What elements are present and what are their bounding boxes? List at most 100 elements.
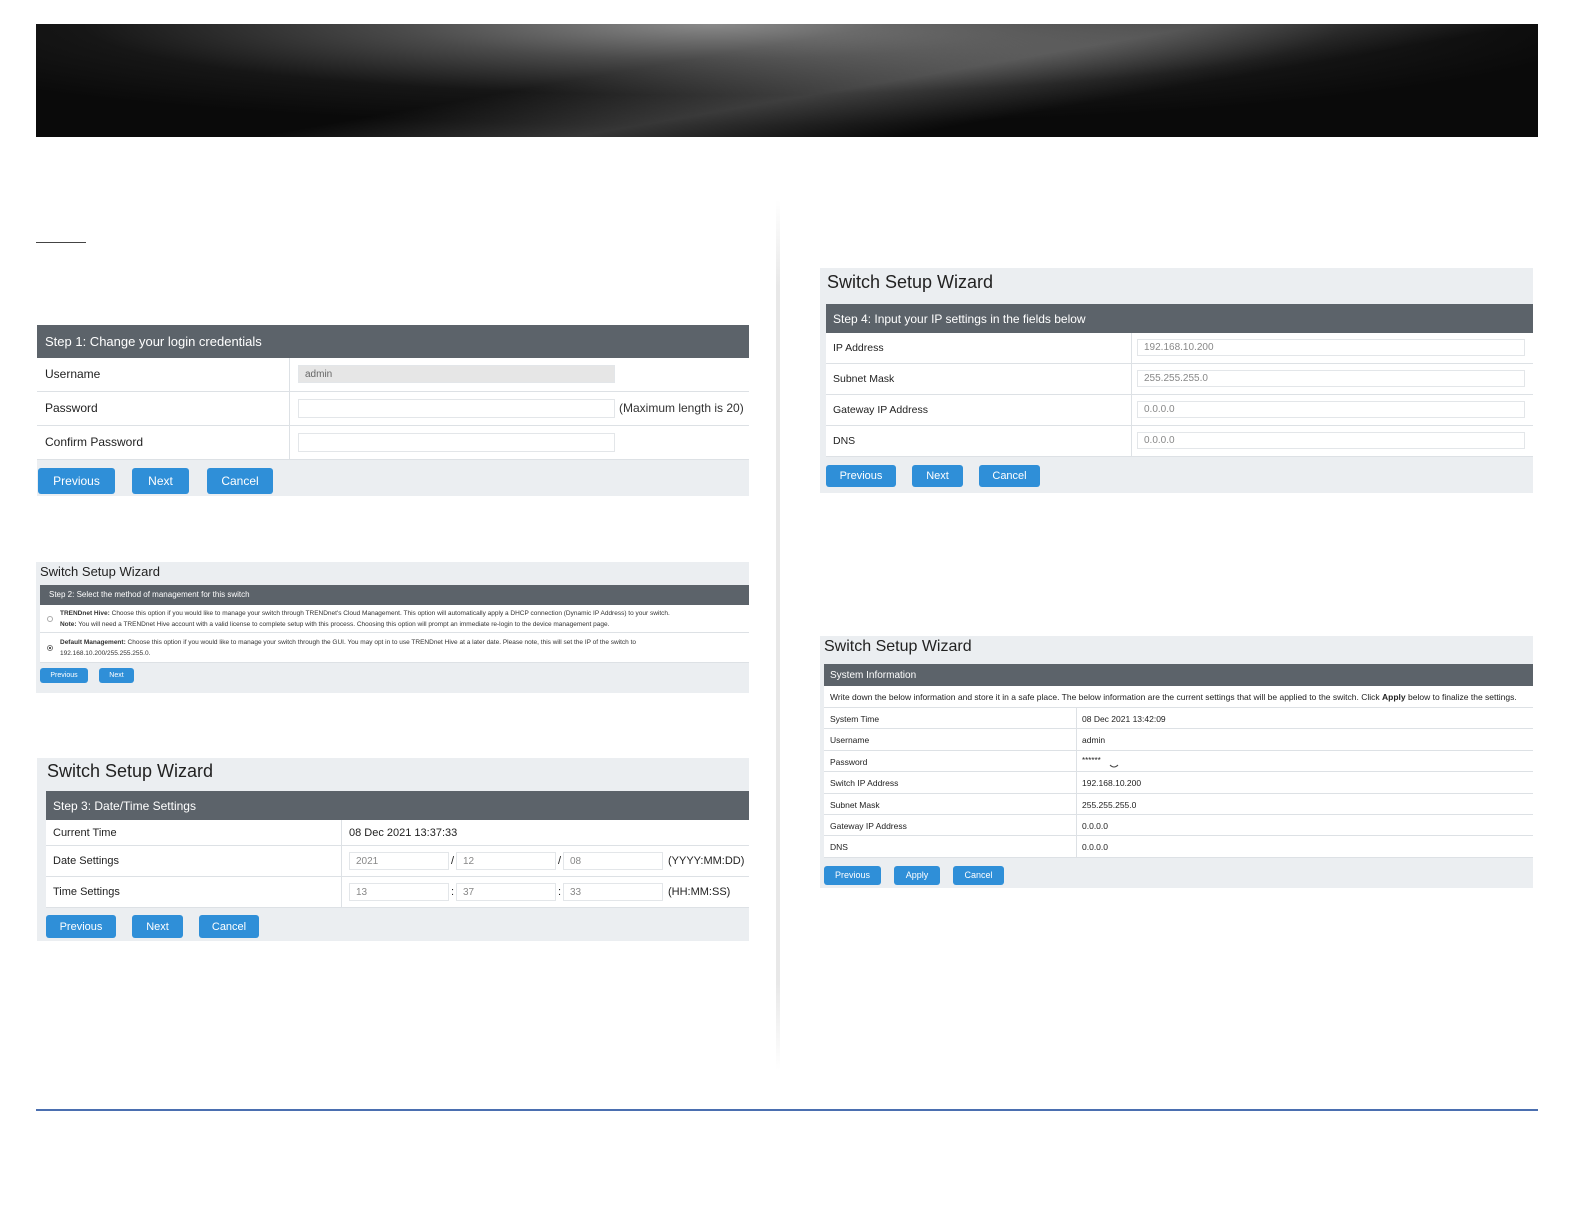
- switch-ip-label: Switch IP Address: [824, 772, 1077, 793]
- gateway-row: Gateway IP Address 0.0.0.0: [826, 395, 1533, 426]
- hive-option-name: TRENDnet Hive:: [59, 610, 110, 617]
- hive-radio[interactable]: [46, 615, 53, 622]
- step4-title: Switch Setup Wizard: [827, 272, 994, 292]
- step2-title: Switch Setup Wizard: [40, 564, 160, 579]
- step1-panel: Step 1: Change your login credentials Us…: [37, 325, 749, 496]
- dns-label: DNS: [826, 426, 1132, 456]
- step1-button-row: Previous Next Cancel: [37, 460, 749, 494]
- current-time-label: Current Time: [46, 820, 342, 845]
- step3-header: Step 3: Date/Time Settings: [46, 791, 749, 820]
- summary-password-label: Password: [824, 750, 1077, 772]
- current-time-row: Current Time 08 Dec 2021 13:37:33: [46, 820, 749, 846]
- eye-icon[interactable]: [1109, 756, 1119, 768]
- date-settings-row: Date Settings 2021 / 12 / 08 (YYYY:MM:DD…: [46, 846, 749, 877]
- system-time-value: 08 Dec 2021 13:42:09: [1082, 714, 1166, 724]
- summary-username-label: Username: [824, 729, 1077, 750]
- switch-ip-value: 192.168.10.200: [1082, 778, 1142, 789]
- ip-address-input[interactable]: 192.168.10.200: [1137, 339, 1525, 356]
- password-label: Password: [37, 392, 290, 425]
- default-option-row[interactable]: Default Management: Choose this option i…: [40, 633, 749, 663]
- summary-gateway-row: Gateway IP Address 0.0.0.0: [824, 814, 1533, 837]
- second-input[interactable]: 33: [563, 883, 663, 901]
- apply-button[interactable]: Apply: [894, 865, 940, 885]
- current-time-value: 08 Dec 2021 13:37:33: [349, 827, 458, 839]
- step4-header: Step 4: Input your IP settings in the fi…: [826, 304, 1533, 333]
- next-button[interactable]: Next: [99, 668, 134, 683]
- previous-button[interactable]: Previous: [826, 465, 896, 487]
- date-separator: /: [450, 855, 455, 867]
- summary-note: Write down the below information and sto…: [824, 686, 1533, 708]
- next-button[interactable]: Next: [912, 465, 963, 487]
- cancel-button[interactable]: Cancel: [979, 465, 1040, 487]
- confirm-password-row: Confirm Password: [37, 426, 749, 460]
- confirm-password-label: Confirm Password: [37, 426, 290, 459]
- previous-button[interactable]: Previous: [38, 468, 115, 494]
- summary-dns-row: DNS 0.0.0.0: [824, 836, 1533, 858]
- subnet-mask-input[interactable]: 255.255.255.0: [1137, 370, 1525, 387]
- password-hint: (Maximum length is 20): [619, 401, 744, 415]
- confirm-password-input[interactable]: [298, 433, 615, 452]
- summary-title: Switch Setup Wizard: [824, 638, 972, 655]
- day-input[interactable]: 08: [563, 852, 663, 870]
- summary-panel: Switch Setup Wizard System Information W…: [820, 636, 1533, 888]
- system-time-row: System Time 08 Dec 2021 13:42:09: [824, 708, 1533, 730]
- hour-input[interactable]: 13: [349, 883, 449, 901]
- month-input[interactable]: 12: [456, 852, 556, 870]
- hive-note-text: You will need a TRENDnet Hive account wi…: [78, 621, 610, 628]
- previous-button[interactable]: Previous: [46, 915, 116, 938]
- cancel-button[interactable]: Cancel: [199, 915, 259, 938]
- ip-address-row: IP Address 192.168.10.200: [826, 333, 1533, 364]
- summary-password-row: Password ******: [824, 750, 1533, 773]
- year-input[interactable]: 2021: [349, 852, 449, 870]
- step3-panel: Switch Setup Wizard Step 3: Date/Time Se…: [37, 758, 749, 941]
- system-time-label: System Time: [824, 708, 1077, 729]
- cancel-button[interactable]: Cancel: [207, 468, 273, 494]
- dns-row: DNS 0.0.0.0: [826, 426, 1533, 457]
- footer-rule: [36, 1109, 1538, 1111]
- switch-ip-row: Switch IP Address 192.168.10.200: [824, 772, 1533, 794]
- hive-option-row[interactable]: TRENDnet Hive: Choose this option if you…: [40, 605, 749, 633]
- previous-button[interactable]: Previous: [824, 865, 881, 885]
- next-button[interactable]: Next: [132, 915, 183, 938]
- subnet-mask-label: Subnet Mask: [826, 364, 1132, 394]
- hive-option-description: Choose this option if you would like to …: [111, 610, 670, 617]
- minute-input[interactable]: 37: [456, 883, 556, 901]
- dns-input[interactable]: 0.0.0.0: [1137, 432, 1525, 449]
- password-input[interactable]: [298, 399, 615, 418]
- step1-header: Step 1: Change your login credentials: [37, 325, 749, 358]
- cancel-button[interactable]: Cancel: [953, 865, 1004, 885]
- next-button[interactable]: Next: [132, 468, 189, 494]
- gateway-input[interactable]: 0.0.0.0: [1137, 401, 1525, 418]
- date-format-hint: (YYYY:MM:DD): [668, 855, 745, 867]
- section-rule: [36, 242, 86, 243]
- step2-button-row: Previous Next: [36, 663, 749, 683]
- username-input[interactable]: admin: [298, 365, 615, 383]
- step4-panel: Switch Setup Wizard Step 4: Input your I…: [820, 268, 1533, 493]
- header-banner: [36, 24, 1538, 137]
- step4-button-row: Previous Next Cancel: [820, 457, 1533, 487]
- summary-password-value: ******: [1082, 755, 1101, 765]
- username-row: Username admin: [37, 358, 749, 392]
- default-radio[interactable]: [47, 644, 53, 651]
- summary-note-after: below to finalize the settings.: [1408, 692, 1517, 702]
- summary-dns-label: DNS: [824, 836, 1077, 857]
- summary-username-row: Username admin: [824, 729, 1533, 751]
- banner-sweep: [36, 24, 1538, 137]
- step2-header: Step 2: Select the method of management …: [40, 585, 749, 605]
- summary-subnet-value: 255.255.255.0: [1082, 799, 1137, 810]
- date-settings-label: Date Settings: [46, 846, 342, 876]
- previous-button[interactable]: Previous: [40, 668, 88, 683]
- default-option-name: Default Management:: [60, 639, 126, 646]
- hive-note-label: Note:: [59, 621, 77, 628]
- step2-panel: Switch Setup Wizard Step 2: Select the m…: [36, 562, 749, 693]
- date-separator: /: [557, 855, 562, 867]
- subnet-mask-row: Subnet Mask 255.255.255.0: [826, 364, 1533, 395]
- step3-button-row: Previous Next Cancel: [37, 908, 749, 938]
- summary-subnet-row: Subnet Mask 255.255.255.0: [824, 793, 1533, 815]
- column-divider: [776, 200, 780, 1070]
- hive-option-text: TRENDnet Hive: Choose this option if you…: [60, 605, 749, 632]
- summary-subnet-label: Subnet Mask: [824, 793, 1077, 814]
- ip-address-label: IP Address: [826, 333, 1132, 363]
- summary-gateway-label: Gateway IP Address: [824, 814, 1077, 836]
- summary-username-value: admin: [1082, 735, 1106, 746]
